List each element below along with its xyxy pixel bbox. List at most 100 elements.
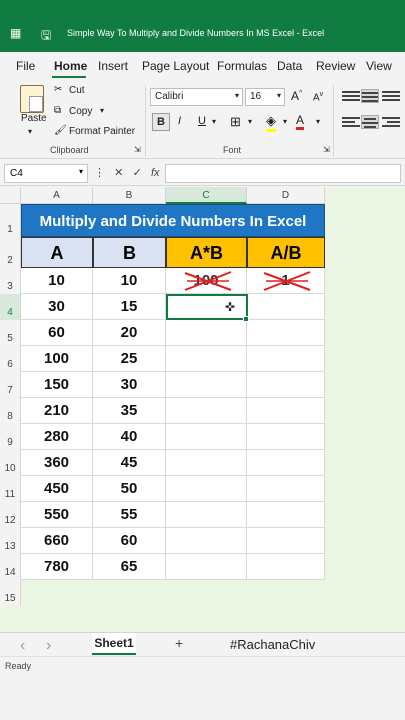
table-cell[interactable]: [166, 502, 247, 528]
row-header[interactable]: 14: [0, 554, 21, 580]
table-cell[interactable]: [247, 372, 325, 398]
align-right-icon[interactable]: [382, 115, 400, 129]
table-cell[interactable]: [247, 476, 325, 502]
column-header-b[interactable]: B: [93, 187, 166, 204]
font-color-dropdown-icon[interactable]: ▾: [316, 117, 320, 126]
table-cell[interactable]: 45: [93, 450, 166, 476]
fill-dropdown-icon[interactable]: ▾: [283, 117, 287, 126]
cancel-icon[interactable]: ✕: [114, 167, 123, 179]
table-cell[interactable]: 60: [21, 320, 93, 346]
borders-dropdown-icon[interactable]: ▾: [248, 117, 252, 126]
table-cell[interactable]: [166, 346, 247, 372]
table-cell[interactable]: [166, 554, 247, 580]
format-painter-button[interactable]: Format Painter: [69, 126, 135, 137]
menu-page-layout[interactable]: Page Layout: [142, 59, 209, 73]
menu-file[interactable]: File: [16, 59, 35, 73]
table-cell[interactable]: 50: [93, 476, 166, 502]
font-color-icon[interactable]: A: [296, 113, 305, 130]
header-cell-quotient[interactable]: A/B: [247, 237, 325, 268]
header-cell-a[interactable]: A: [21, 237, 93, 268]
row-header[interactable]: 11: [0, 476, 21, 502]
table-cell[interactable]: 100: [21, 346, 93, 372]
table-cell[interactable]: 210: [21, 398, 93, 424]
row-header[interactable]: 15: [0, 580, 21, 606]
enter-icon[interactable]: ✓: [133, 167, 142, 179]
table-cell[interactable]: 550: [21, 502, 93, 528]
column-header-c[interactable]: C: [166, 187, 247, 204]
table-cell[interactable]: [247, 398, 325, 424]
bold-button[interactable]: B: [152, 113, 170, 131]
select-all-corner[interactable]: [0, 187, 21, 204]
table-cell[interactable]: 280: [21, 424, 93, 450]
align-top-icon[interactable]: [342, 89, 360, 103]
worksheet-grid[interactable]: A B C D 123456789101112131415 1010100130…: [0, 187, 405, 632]
row-header[interactable]: 10: [0, 450, 21, 476]
sheet-tab-sheet1[interactable]: Sheet1: [92, 633, 136, 655]
table-cell[interactable]: 30: [21, 294, 93, 320]
save-icon[interactable]: 🖫: [41, 26, 51, 47]
row-header[interactable]: 8: [0, 398, 21, 424]
add-sheet-button[interactable]: +: [175, 635, 183, 651]
table-cell[interactable]: 20: [93, 320, 166, 346]
next-sheet-icon[interactable]: ›: [46, 637, 51, 655]
copy-button[interactable]: Copy: [69, 106, 92, 117]
formula-input[interactable]: [165, 164, 401, 183]
align-middle-icon[interactable]: [361, 89, 379, 103]
table-cell[interactable]: 55: [93, 502, 166, 528]
menu-review[interactable]: Review: [316, 59, 355, 73]
row-header[interactable]: 7: [0, 372, 21, 398]
table-cell[interactable]: 660: [21, 528, 93, 554]
menu-formulas[interactable]: Formulas: [217, 59, 267, 73]
table-cell[interactable]: [166, 528, 247, 554]
underline-button[interactable]: U: [198, 115, 206, 127]
table-cell[interactable]: 360: [21, 450, 93, 476]
table-cell[interactable]: [247, 320, 325, 346]
table-cell[interactable]: 450: [21, 476, 93, 502]
align-left-icon[interactable]: [342, 115, 360, 129]
table-cell[interactable]: 10: [21, 268, 93, 294]
table-cell[interactable]: [166, 424, 247, 450]
fx-icon[interactable]: fx: [151, 167, 160, 179]
align-center-icon[interactable]: [361, 115, 379, 129]
align-bottom-icon[interactable]: [382, 89, 400, 103]
header-cell-b[interactable]: B: [93, 237, 166, 268]
table-cell[interactable]: 10: [93, 268, 166, 294]
font-name-dropdown[interactable]: Calibri ▾: [150, 88, 243, 106]
column-header-d[interactable]: D: [247, 187, 325, 204]
clipboard-launcher-icon[interactable]: ⇲: [134, 145, 141, 154]
underline-dropdown-icon[interactable]: ▾: [212, 117, 216, 126]
table-cell[interactable]: 780: [21, 554, 93, 580]
font-size-dropdown[interactable]: 16 ▾: [245, 88, 285, 106]
table-cell[interactable]: 15: [93, 294, 166, 320]
table-cell[interactable]: 150: [21, 372, 93, 398]
cut-button[interactable]: Cut: [69, 85, 85, 96]
table-cell[interactable]: [166, 320, 247, 346]
name-box[interactable]: C4 ▾: [4, 164, 88, 183]
fill-handle[interactable]: [243, 316, 249, 322]
copy-dropdown-icon[interactable]: ▾: [100, 106, 104, 115]
table-cell[interactable]: 30: [93, 372, 166, 398]
table-cell[interactable]: [166, 450, 247, 476]
menu-home[interactable]: Home: [54, 59, 87, 73]
table-cell[interactable]: [247, 346, 325, 372]
table-cell[interactable]: [166, 398, 247, 424]
header-cell-product[interactable]: A*B: [166, 237, 247, 268]
grow-font-icon[interactable]: A^: [291, 89, 302, 103]
menu-insert[interactable]: Insert: [98, 59, 128, 73]
row-header[interactable]: 12: [0, 502, 21, 528]
fill-color-icon[interactable]: ◈: [266, 113, 276, 132]
table-cell[interactable]: [247, 502, 325, 528]
italic-button[interactable]: I: [178, 115, 181, 127]
row-header[interactable]: 3: [0, 268, 21, 294]
table-cell[interactable]: [166, 476, 247, 502]
table-cell[interactable]: [247, 450, 325, 476]
row-header[interactable]: 2: [0, 237, 21, 268]
table-cell[interactable]: [247, 424, 325, 450]
menu-data[interactable]: Data: [277, 59, 302, 73]
table-cell[interactable]: 25: [93, 346, 166, 372]
prev-sheet-icon[interactable]: ‹: [20, 637, 25, 655]
row-header[interactable]: 6: [0, 346, 21, 372]
menu-view[interactable]: View: [366, 59, 392, 73]
table-cell[interactable]: [247, 294, 325, 320]
more-icon[interactable]: ⋮: [94, 167, 105, 179]
